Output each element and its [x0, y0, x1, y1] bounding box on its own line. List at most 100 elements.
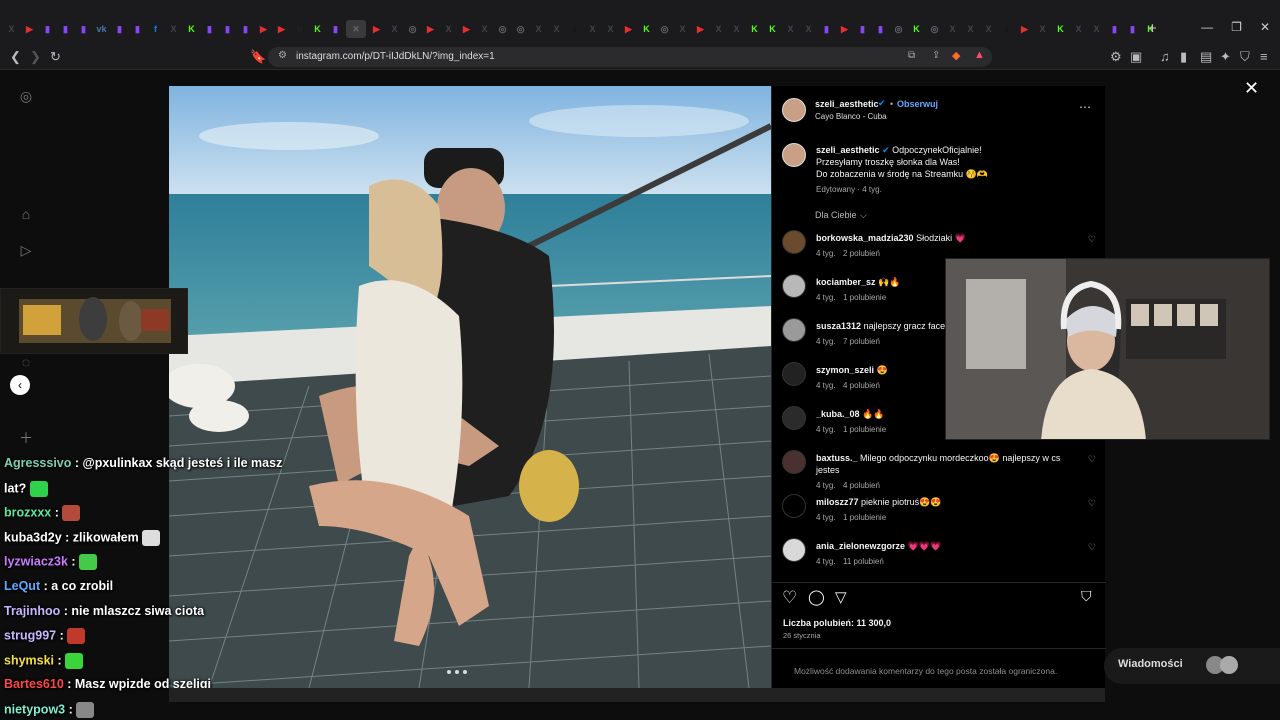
browser-tab[interactable]: ▮ [873, 22, 888, 37]
browser-tab[interactable]: ▶ [693, 22, 708, 37]
sidebar-icon[interactable]: ▮ [1180, 49, 1187, 65]
browser-tab[interactable]: ◎ [405, 22, 420, 37]
author-avatar[interactable] [782, 98, 806, 122]
forward-icon[interactable]: ❯ [30, 49, 41, 65]
comment-likes[interactable]: 11 polubień [843, 557, 884, 566]
commenter-avatar[interactable] [782, 538, 806, 562]
browser-tab[interactable]: f [148, 22, 163, 37]
back-icon[interactable]: ❮ [10, 49, 21, 65]
more-options-icon[interactable]: ⋯ [1079, 100, 1091, 114]
chat-username[interactable]: shymski [4, 653, 54, 667]
browser-tab[interactable]: X [1089, 22, 1104, 37]
commenter-username[interactable]: susza1312 [816, 321, 861, 331]
browser-tab[interactable]: K [747, 22, 762, 37]
commenter-avatar[interactable] [782, 274, 806, 298]
browser-tab[interactable]: X [945, 22, 960, 37]
address-bar[interactable]: ⚙ instagram.com/p/DT-iIJdDkLN/?img_index… [268, 47, 992, 67]
extensions-icon[interactable]: ⚙ [1110, 49, 1122, 65]
follow-button[interactable]: Obserwuj [897, 99, 938, 109]
browser-tab[interactable]: ▶ [837, 22, 852, 37]
comment-like-icon[interactable]: ♡ [1088, 454, 1096, 465]
caption-username[interactable]: szeli_aesthetic [816, 145, 880, 155]
comment-likes[interactable]: 1 polubienie [843, 513, 886, 522]
home-icon[interactable]: ⌂ [18, 206, 34, 222]
browser-tab[interactable]: X [166, 22, 181, 37]
comment-likes[interactable]: 7 polubień [843, 337, 880, 346]
browser-tab[interactable]: X [981, 22, 996, 37]
commenter-username[interactable]: baxtuss._ [816, 453, 858, 463]
create-icon[interactable]: ＋ [18, 428, 34, 446]
browser-tab[interactable]: X [675, 22, 690, 37]
brave-rewards-icon[interactable]: ▲ [974, 49, 985, 61]
browser-tab[interactable]: X [801, 22, 816, 37]
browser-tab[interactable]: vk [94, 22, 109, 37]
menu-icon[interactable]: ≡ [1260, 49, 1268, 64]
chat-username[interactable]: nietypow3 [4, 702, 65, 716]
commenter-avatar[interactable] [782, 318, 806, 342]
commenter-username[interactable]: ania_zielonewzgorze [816, 541, 905, 551]
share-icon[interactable]: ▽ [835, 588, 847, 606]
commenter-avatar[interactable] [782, 362, 806, 386]
comment-icon[interactable]: ◯ [808, 588, 825, 606]
brave-shield-icon[interactable]: ◆ [952, 49, 960, 62]
browser-tab[interactable]: X [477, 22, 492, 37]
comment-likes[interactable]: 1 polubienie [843, 293, 886, 302]
browser-tab[interactable]: ▮ [819, 22, 834, 37]
browser-tab[interactable]: X [729, 22, 744, 37]
browser-tab[interactable]: ▶ [22, 22, 37, 37]
reels-icon[interactable]: ▷ [18, 242, 34, 258]
browser-tab[interactable]: X [4, 22, 19, 37]
browser-tab[interactable]: X [711, 22, 726, 37]
browser-tab[interactable]: X [585, 22, 600, 37]
browser-tab[interactable]: ♪ [999, 22, 1014, 37]
comment-like-icon[interactable]: ♡ [1088, 498, 1096, 509]
comment-likes[interactable]: 2 polubień [843, 249, 880, 258]
save-icon[interactable]: ⛉ [1081, 588, 1092, 605]
browser-tab[interactable]: X [531, 22, 546, 37]
new-tab-button[interactable]: + [1148, 20, 1157, 37]
previous-post-button[interactable]: ‹ [10, 375, 30, 395]
browser-tab[interactable]: ✕ [346, 20, 366, 38]
browser-tab[interactable]: X [1035, 22, 1050, 37]
browser-tab[interactable]: b [292, 22, 307, 37]
browser-tab[interactable]: X [963, 22, 978, 37]
chat-username[interactable]: Bartes610 [4, 677, 64, 691]
browser-tab[interactable]: ▶ [423, 22, 438, 37]
browser-tab[interactable]: K [310, 22, 325, 37]
browser-tab[interactable]: ▶ [1017, 22, 1032, 37]
comment-filter[interactable]: Dla Ciebie [815, 210, 857, 220]
close-window-icon[interactable]: ✕ [1260, 20, 1270, 34]
chat-username[interactable]: LeQut [4, 579, 40, 593]
explore-icon[interactable]: ◌ [18, 354, 34, 370]
browser-tab[interactable]: ▮ [855, 22, 870, 37]
browser-tab[interactable]: X [387, 22, 402, 37]
browser-tab[interactable]: ▮ [220, 22, 235, 37]
reload-icon[interactable]: ↻ [50, 49, 61, 65]
vpn-icon[interactable]: ⛉ [1240, 49, 1250, 65]
browser-tab[interactable]: ♪ [567, 22, 582, 37]
commenter-username[interactable]: kociamber_sz [816, 277, 876, 287]
chat-username[interactable]: Trajinhoo [4, 604, 60, 618]
chat-username[interactable]: lyzwiacz3k [4, 555, 68, 569]
chat-username[interactable]: Agresssivo [4, 456, 71, 470]
browser-tab[interactable]: X [549, 22, 564, 37]
commenter-avatar[interactable] [782, 406, 806, 430]
browser-tab[interactable]: ▮ [130, 22, 145, 37]
browser-tab[interactable]: ▮ [238, 22, 253, 37]
likes-count[interactable]: Liczba polubień: 11 300,0 [783, 618, 891, 628]
location-label[interactable]: Cayo Blanco - Cuba [815, 112, 887, 121]
browser-tab[interactable]: ▮ [112, 22, 127, 37]
like-icon[interactable]: ♡ [782, 588, 797, 608]
browser-tab[interactable]: ▮ [328, 22, 343, 37]
maximize-icon[interactable]: ❐ [1231, 20, 1242, 34]
screenshot-icon[interactable]: ▣ [1130, 49, 1142, 65]
minimize-icon[interactable]: — [1201, 20, 1213, 34]
browser-tab[interactable]: ▮ [1125, 22, 1140, 37]
browser-tab[interactable]: X [1071, 22, 1086, 37]
commenter-avatar[interactable] [782, 230, 806, 254]
browser-tab[interactable]: X [441, 22, 456, 37]
browser-tab[interactable]: ◎ [513, 22, 528, 37]
close-post-icon[interactable]: ✕ [1244, 78, 1259, 99]
browser-tab[interactable]: X [603, 22, 618, 37]
browser-tab[interactable]: ▮ [202, 22, 217, 37]
